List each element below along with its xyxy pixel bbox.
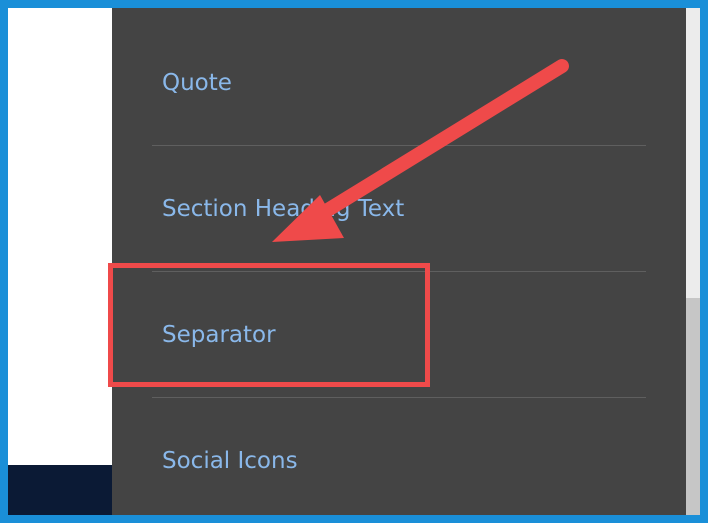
menu-scrollbar[interactable] <box>686 8 700 515</box>
menu-item-section-heading-text[interactable]: Section Heading Text <box>112 146 686 272</box>
page-content-area <box>8 8 112 515</box>
menu-item-label: Social Icons <box>162 448 298 474</box>
menu-item-quote[interactable]: Quote <box>112 20 686 146</box>
block-type-menu: Quote Section Heading Text Separator Soc… <box>112 8 686 515</box>
menu-item-label: Section Heading Text <box>162 196 405 222</box>
scrollbar-thumb[interactable] <box>686 298 700 515</box>
menu-item-label: Separator <box>162 322 276 348</box>
screenshot-frame: Quote Section Heading Text Separator Soc… <box>8 8 700 515</box>
page-footer-strip <box>8 465 112 515</box>
menu-item-separator[interactable]: Separator <box>112 272 686 398</box>
menu-item-social-icons[interactable]: Social Icons <box>112 398 686 515</box>
menu-item-label: Quote <box>162 70 232 96</box>
